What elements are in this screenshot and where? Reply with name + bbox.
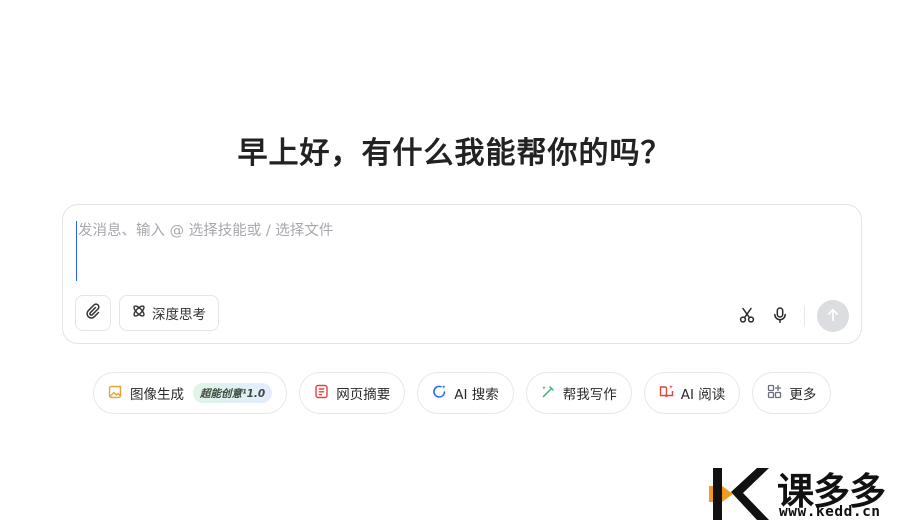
ai-search-icon xyxy=(432,384,447,403)
skill-shortcuts: 图像生成 超能创意¹1.0 网页摘要 AI 搜索 帮我写作 AI 阅读 更多 xyxy=(93,372,832,414)
paperclip-icon xyxy=(85,303,101,323)
pen-icon xyxy=(541,384,556,403)
toolbar-divider xyxy=(804,306,805,326)
skill-ai-reading[interactable]: AI 阅读 xyxy=(643,372,741,414)
kedd-logo-icon xyxy=(709,468,769,520)
attach-button[interactable] xyxy=(75,295,111,331)
skill-badge: 超能创意¹1.0 xyxy=(193,383,273,403)
skill-label: AI 阅读 xyxy=(680,387,726,403)
greeting-title: 早上好，有什么我能帮你的吗？ xyxy=(237,136,672,171)
watermark-logo: 课多多 www.kedd.cn xyxy=(709,464,909,525)
skill-label: AI 搜索 xyxy=(454,387,499,403)
skill-image-generation[interactable]: 图像生成 超能创意¹1.0 xyxy=(93,372,288,414)
skill-label: 帮我写作 xyxy=(562,387,617,403)
atom-icon xyxy=(131,303,147,323)
skill-webpage-summary[interactable]: 网页摘要 xyxy=(299,372,406,414)
send-button[interactable] xyxy=(817,300,849,332)
microphone-icon[interactable] xyxy=(770,305,790,325)
skill-label: 网页摘要 xyxy=(336,387,391,403)
arrow-up-icon xyxy=(826,307,840,326)
deep-think-label: 深度思考 xyxy=(152,307,206,323)
deep-think-button[interactable]: 深度思考 xyxy=(119,295,219,331)
image-icon xyxy=(108,384,123,403)
scissors-icon[interactable] xyxy=(737,305,757,325)
skill-label: 图像生成 xyxy=(130,387,184,403)
skill-ai-search[interactable]: AI 搜索 xyxy=(417,372,514,414)
webpage-icon xyxy=(314,384,329,403)
watermark-url: www.kedd.cn xyxy=(779,504,881,520)
skill-more[interactable]: 更多 xyxy=(752,372,832,414)
skill-writing[interactable]: 帮我写作 xyxy=(525,372,632,414)
message-input[interactable] xyxy=(76,221,836,281)
skill-label: 更多 xyxy=(789,387,817,403)
grid-icon xyxy=(767,384,782,403)
reading-icon xyxy=(659,384,674,403)
chat-composer: 深度思考 xyxy=(62,204,862,344)
